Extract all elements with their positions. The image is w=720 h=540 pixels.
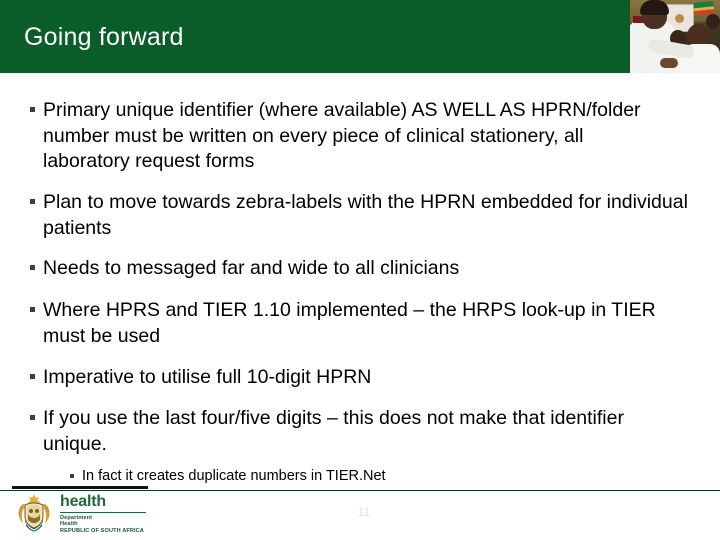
bullet-text: Primary unique identifier (where availab… [43, 99, 641, 172]
bullet-item: Imperative to utilise full 10-digit HPRN [30, 365, 670, 391]
logo-text-block: health Department Health REPUBLIC OF SOU… [60, 492, 146, 534]
bullet-item: Plan to move towards zebra-labels with t… [30, 190, 698, 241]
bullet-text: Plan to move towards zebra-labels with t… [43, 191, 688, 239]
bullet-item: Needs to messaged far and wide to all cl… [30, 256, 670, 282]
footer-divider [0, 490, 720, 491]
square-bullet-icon [30, 374, 35, 379]
sub-bullet-text: In fact it creates duplicate numbers in … [82, 468, 386, 484]
slide-header-bar: Going forward [0, 0, 720, 73]
logo-underline [60, 512, 146, 513]
square-bullet-icon [30, 107, 35, 112]
bullet-text: Needs to messaged far and wide to all cl… [43, 257, 460, 279]
bullet-item: Primary unique identifier (where availab… [30, 98, 655, 175]
logo-wordmark: health [60, 493, 106, 510]
square-bullet-icon [30, 199, 35, 204]
sub-bullet-item: In fact it creates duplicate numbers in … [70, 467, 630, 486]
slide-body: Primary unique identifier (where availab… [0, 73, 720, 486]
photo-hand [660, 58, 678, 68]
header-photo [630, 0, 720, 73]
square-bullet-icon [30, 307, 35, 312]
square-bullet-icon [30, 415, 35, 420]
page-number: 11 [357, 505, 371, 519]
bullet-item: Where HPRS and TIER 1.10 implemented – t… [30, 298, 680, 349]
bullet-text: If you use the last four/five digits – t… [43, 407, 624, 455]
square-bullet-icon [30, 265, 35, 270]
page-title: Going forward [24, 23, 184, 51]
bullet-item: If you use the last four/five digits – t… [30, 406, 680, 457]
logo-country-line: REPUBLIC OF SOUTH AFRICA [60, 527, 144, 534]
bullet-text: Imperative to utilise full 10-digit HPRN [43, 366, 372, 388]
south-africa-coat-of-arms-icon [14, 492, 54, 532]
bullet-text: Where HPRS and TIER 1.10 implemented – t… [43, 299, 656, 347]
square-bullet-icon [70, 474, 74, 478]
photo-nurse-hair [640, 0, 669, 15]
footer-divider-accent [12, 486, 148, 489]
department-of-health-logo: health Department Health REPUBLIC OF SOU… [14, 492, 174, 536]
photo-child-far-head [706, 14, 720, 29]
